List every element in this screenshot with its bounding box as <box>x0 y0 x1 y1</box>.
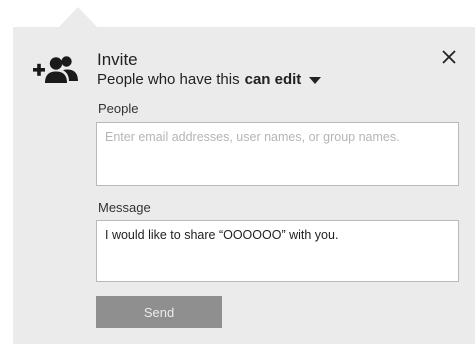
caret-down-icon <box>309 76 322 84</box>
permission-selector[interactable]: People who have this can edit <box>97 71 322 88</box>
people-label: People <box>98 101 139 116</box>
popover-pointer <box>59 7 97 27</box>
message-label: Message <box>98 200 151 215</box>
dialog-title: Invite <box>97 50 138 69</box>
permission-prefix: People who have this <box>97 71 240 88</box>
add-people-icon <box>33 56 78 83</box>
send-button[interactable]: Send <box>96 296 222 328</box>
permission-value: can edit <box>244 71 302 88</box>
people-input[interactable] <box>96 122 459 186</box>
close-icon[interactable] <box>440 48 458 66</box>
message-input[interactable]: I would like to share “OOOOOO” with you. <box>96 220 459 282</box>
